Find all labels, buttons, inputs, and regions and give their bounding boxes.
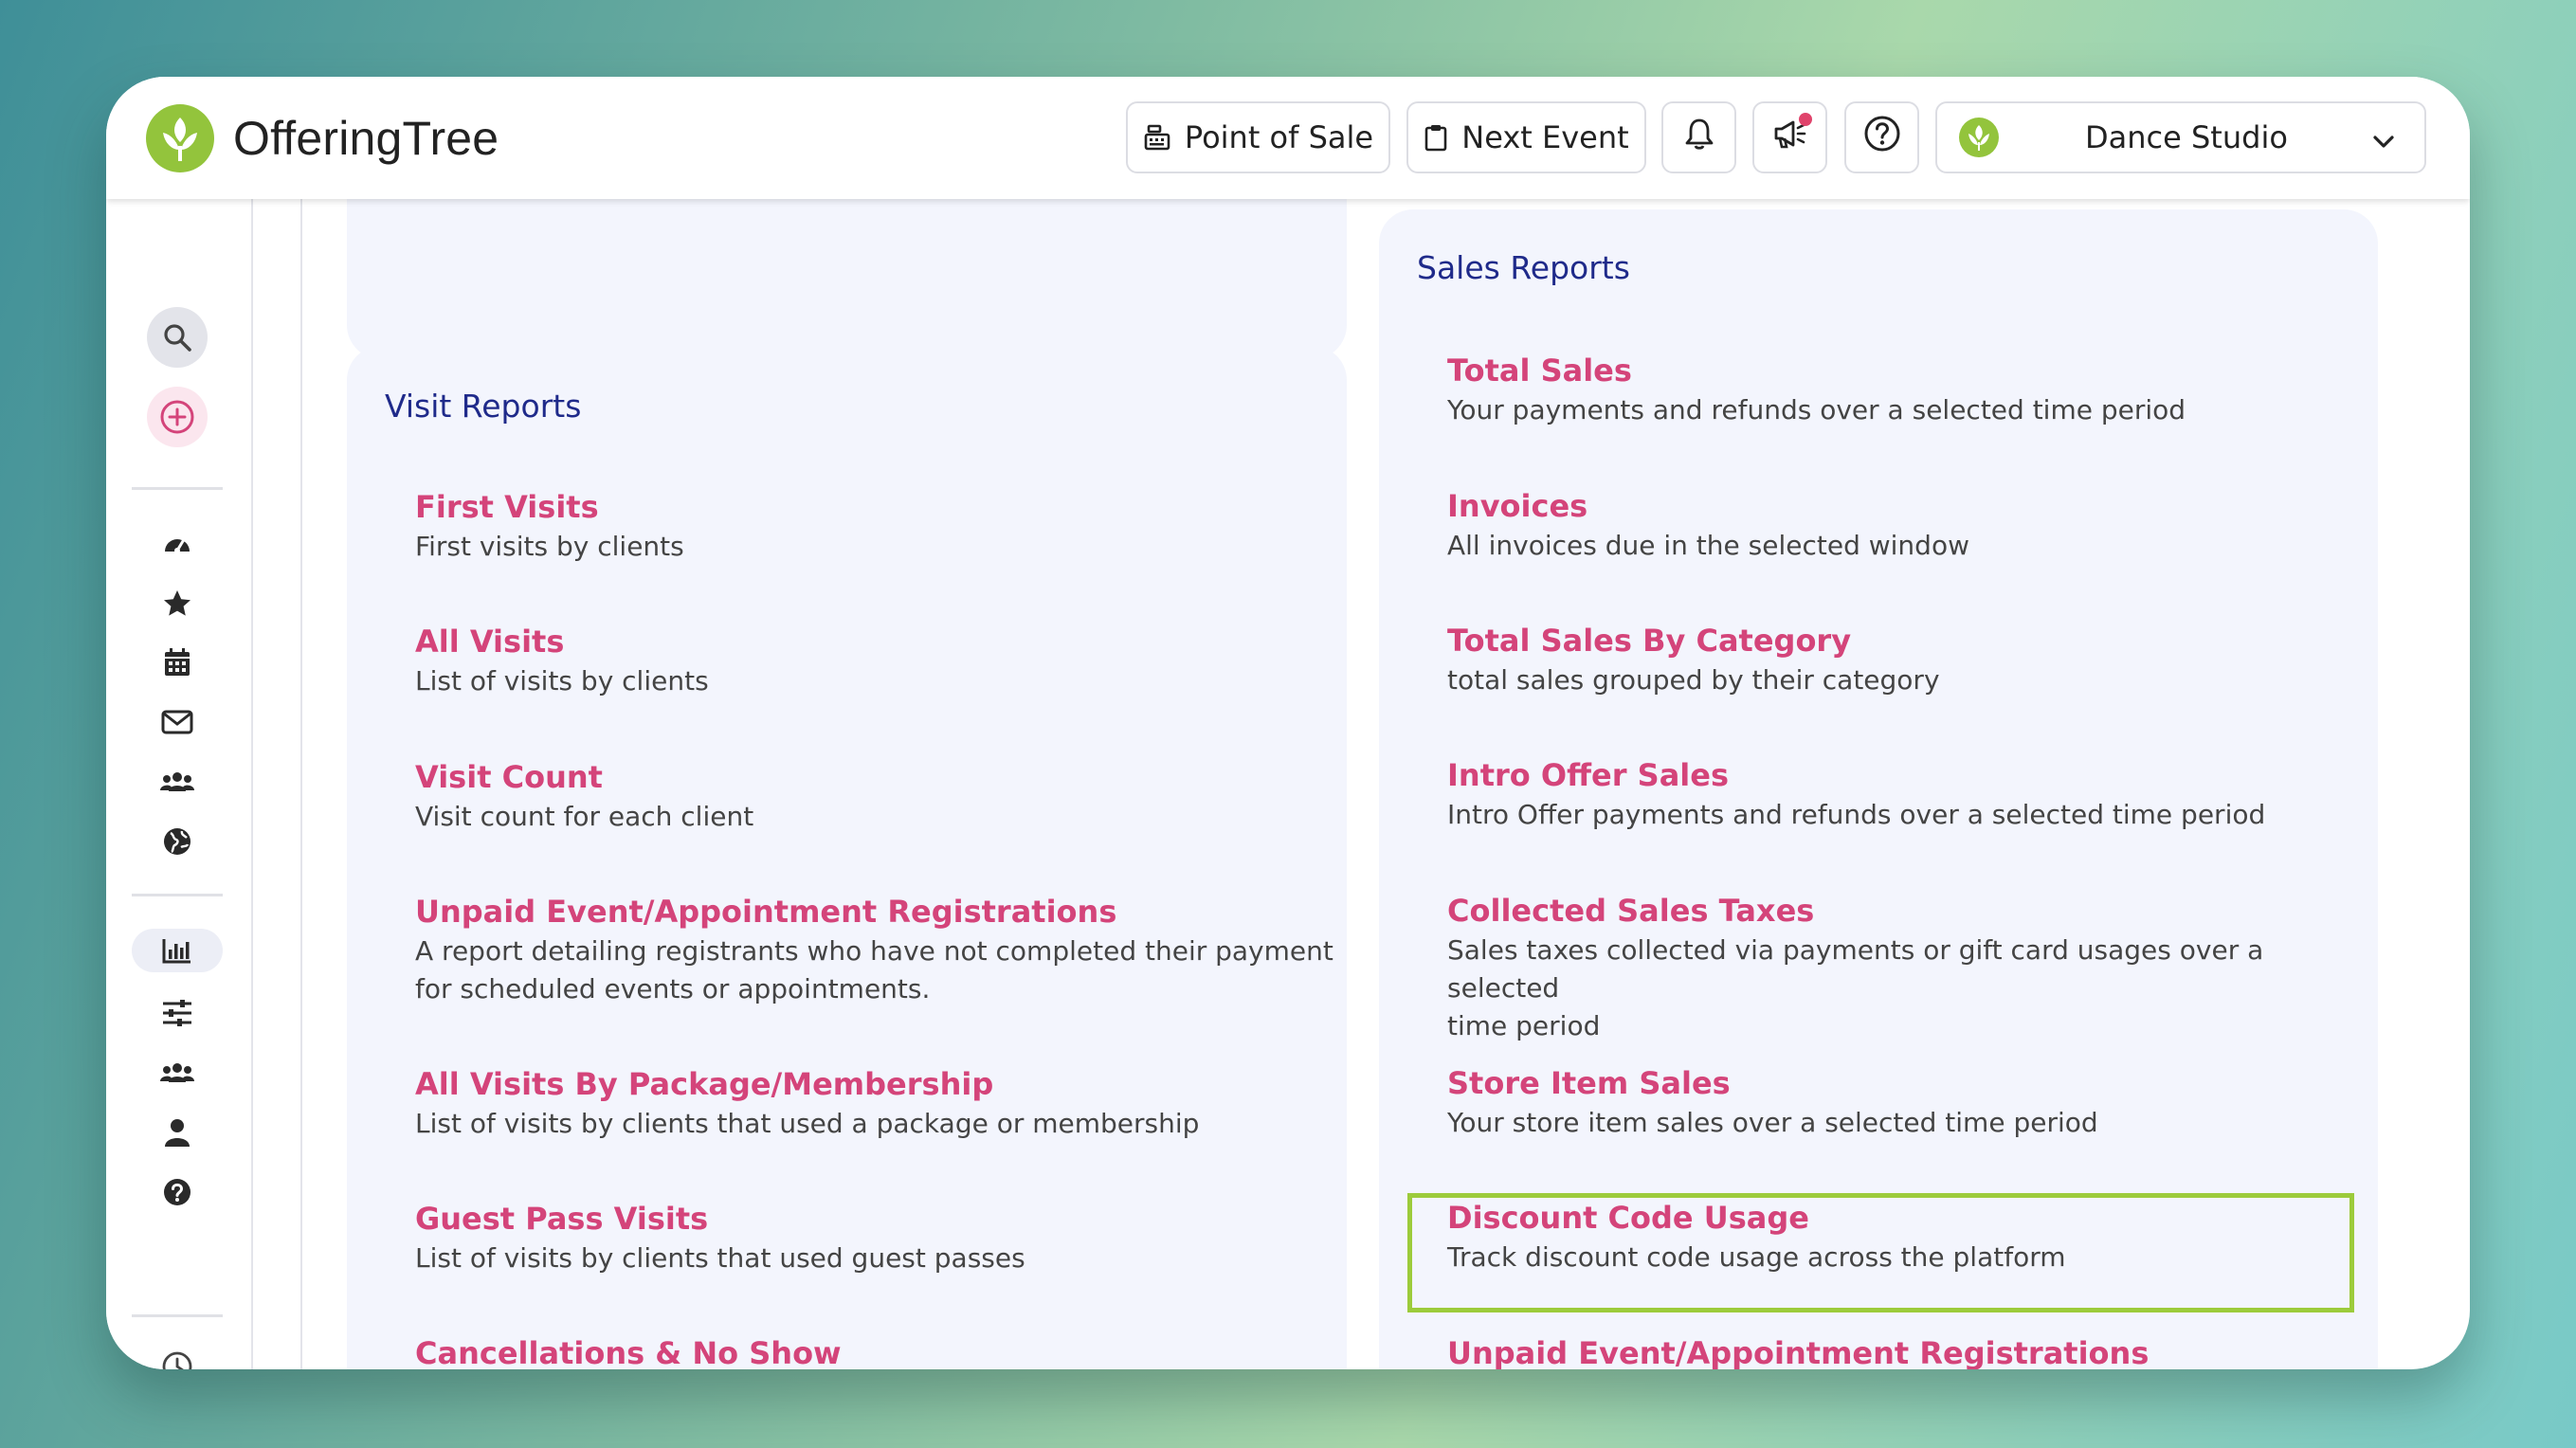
- sales-reports-title: Sales Reports: [1417, 249, 1630, 286]
- clock-icon[interactable]: [147, 1336, 208, 1369]
- offeringtree-logo-icon: [146, 104, 214, 172]
- help-icon[interactable]: [147, 1162, 208, 1222]
- studio-selector[interactable]: Dance Studio: [1935, 101, 2426, 173]
- point-of-sale-button[interactable]: Point of Sale: [1126, 101, 1390, 173]
- top-bar: OfferingTree Point of Sale Next Event Da…: [106, 77, 2470, 199]
- chevron-down-icon: [2371, 126, 2396, 162]
- sidebar-divider: [132, 894, 223, 896]
- app-window: OfferingTree Point of Sale Next Event Da…: [106, 77, 2470, 1369]
- app-name: OfferingTree: [233, 112, 499, 165]
- studio-name: Dance Studio: [2085, 119, 2288, 155]
- add-circle-icon[interactable]: [147, 387, 208, 447]
- point-of-sale-label: Point of Sale: [1184, 119, 1374, 155]
- report-first-visits[interactable]: First Visits First visits by clients: [415, 488, 684, 566]
- report-invoices[interactable]: Invoices All invoices due in the selecte…: [1447, 487, 1969, 565]
- search-icon[interactable]: [147, 307, 208, 368]
- sidebar-border: [251, 199, 253, 1369]
- help-button[interactable]: [1844, 101, 1919, 173]
- unread-dot: [1799, 113, 1812, 126]
- next-event-button[interactable]: Next Event: [1406, 101, 1646, 173]
- globe-icon[interactable]: [147, 811, 208, 872]
- announcements-button[interactable]: [1752, 101, 1827, 173]
- notifications-button[interactable]: [1661, 101, 1736, 173]
- report-unpaid-registrations-sales[interactable]: Unpaid Event/Appointment Registrations: [1447, 1334, 2149, 1369]
- brand[interactable]: OfferingTree: [146, 102, 499, 174]
- report-total-sales-by-category[interactable]: Total Sales By Category total sales grou…: [1447, 622, 1940, 699]
- question-circle-icon: [1863, 115, 1901, 160]
- sidebar-divider: [132, 1314, 223, 1317]
- visit-reports-panel: Visit Reports First Visits First visits …: [347, 346, 1347, 1369]
- users-icon[interactable]: [147, 751, 208, 812]
- report-cancellations-no-show[interactable]: Cancellations & No Show: [415, 1334, 842, 1369]
- sidebar-divider: [132, 487, 223, 490]
- next-event-label: Next Event: [1461, 119, 1629, 155]
- cash-register-icon: [1143, 123, 1171, 152]
- discount-code-usage-highlight: [1407, 1193, 2354, 1312]
- report-intro-offer-sales[interactable]: Intro Offer Sales Intro Offer payments a…: [1447, 756, 2265, 834]
- star-icon[interactable]: [147, 573, 208, 634]
- content-border: [300, 199, 302, 1369]
- report-total-sales[interactable]: Total Sales Your payments and refunds ov…: [1447, 352, 2186, 429]
- clipboard-icon: [1424, 123, 1448, 152]
- sliders-icon[interactable]: [147, 983, 208, 1043]
- mail-icon[interactable]: [147, 692, 208, 752]
- report-all-visits[interactable]: All Visits List of visits by clients: [415, 623, 709, 700]
- report-visit-count[interactable]: Visit Count Visit count for each client: [415, 758, 753, 836]
- dashboard-icon[interactable]: [147, 514, 208, 574]
- reports-chart-icon[interactable]: [132, 929, 223, 972]
- studio-logo-icon: [1958, 117, 2000, 166]
- bell-icon: [1684, 117, 1714, 158]
- report-visits-by-package[interactable]: All Visits By Package/Membership List of…: [415, 1065, 1199, 1143]
- person-icon[interactable]: [147, 1102, 208, 1163]
- sidebar: [106, 199, 253, 1369]
- report-unpaid-registrations[interactable]: Unpaid Event/Appointment Registrations A…: [415, 893, 1333, 1008]
- report-store-item-sales[interactable]: Store Item Sales Your store item sales o…: [1447, 1064, 2098, 1142]
- visit-reports-title: Visit Reports: [385, 388, 582, 425]
- staff-icon[interactable]: [147, 1042, 208, 1103]
- calendar-icon[interactable]: [147, 632, 208, 693]
- report-guest-pass-visits[interactable]: Guest Pass Visits List of visits by clie…: [415, 1200, 1025, 1277]
- report-collected-sales-taxes[interactable]: Collected Sales Taxes Sales taxes collec…: [1447, 892, 2378, 1045]
